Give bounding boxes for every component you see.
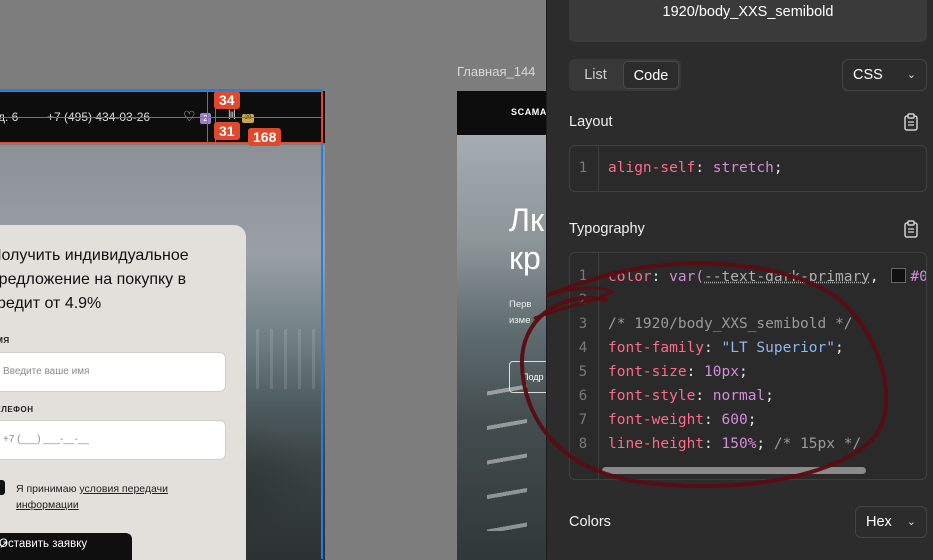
css-comment: /* 1920/body_XXS_semibold */ bbox=[608, 316, 853, 332]
css-property: font-style bbox=[608, 388, 696, 404]
css-property: font-size bbox=[608, 364, 687, 380]
tab-code[interactable]: Code bbox=[623, 61, 679, 89]
css-property: line-height bbox=[608, 436, 705, 452]
artboard-right-label[interactable]: Главная_144 bbox=[457, 64, 535, 79]
color-format-value: Hex bbox=[866, 514, 892, 530]
line-number: 1 bbox=[578, 160, 588, 176]
site-header-bar: SCAMA bbox=[457, 91, 546, 135]
hero-details-button[interactable]: Подр bbox=[509, 361, 546, 393]
css-variable: --text-dark-primary bbox=[704, 269, 870, 285]
measure-tag-top: 34 bbox=[214, 91, 240, 109]
line-number: 2 bbox=[578, 292, 588, 308]
color-format-select[interactable]: Hex ⌄ bbox=[855, 506, 927, 538]
css-separator: , bbox=[869, 269, 888, 285]
layout-section-title: Layout bbox=[569, 114, 613, 130]
hero-text-line: изме bbox=[509, 315, 531, 326]
inspector-panel: 1920/body_XXS_semibold List Code CSS ⌄ L… bbox=[546, 0, 933, 560]
text-style-name[interactable]: 1920/body_XXS_semibold bbox=[569, 0, 927, 42]
line-number: 1 bbox=[578, 268, 588, 284]
chevron-down-icon: ⌄ bbox=[906, 69, 916, 81]
language-select[interactable]: CSS ⌄ bbox=[842, 59, 927, 91]
selection-outline bbox=[0, 89, 323, 559]
copy-layout-icon[interactable] bbox=[903, 113, 919, 131]
css-value: #0 bbox=[910, 269, 927, 285]
language-value: CSS bbox=[853, 67, 883, 83]
layout-code-block[interactable]: 1 align-self: stretch; bbox=[569, 145, 927, 192]
css-function: var( bbox=[669, 269, 705, 285]
typography-section-title: Typography bbox=[569, 221, 645, 237]
hero-heading: Лк кр bbox=[509, 201, 544, 277]
view-mode-toggle: List Code bbox=[569, 59, 681, 91]
line-number: 8 bbox=[578, 436, 588, 452]
copy-typography-icon[interactable] bbox=[903, 220, 919, 238]
typography-code-block[interactable]: 1 2 3 4 5 6 7 8 color: var(--text-dark-p… bbox=[569, 252, 927, 480]
code-line: line-height: 150%; /* 15px */ bbox=[608, 436, 862, 452]
css-property: color bbox=[608, 269, 652, 285]
code-line: color: var(--text-dark-primary, #0 bbox=[608, 268, 927, 285]
line-number: 4 bbox=[578, 340, 588, 356]
chevron-down-icon: ⌄ bbox=[906, 516, 916, 528]
css-value: normal bbox=[712, 388, 766, 404]
code-line: align-self: stretch; bbox=[608, 160, 783, 176]
code-line: font-style: normal; bbox=[608, 388, 774, 404]
hero-text-line: Перв bbox=[509, 299, 532, 310]
site-logo: SCAMA bbox=[511, 107, 546, 117]
code-line: font-weight: 600; bbox=[608, 412, 757, 428]
css-property: font-family bbox=[608, 340, 705, 356]
design-canvas[interactable]: д. 6 +7 (495) 434-03-26 ♡ 2 |ıı| 20 Полу… bbox=[0, 0, 546, 560]
measure-guide-horizontal bbox=[0, 117, 323, 118]
hero-heading-line: Лк bbox=[509, 202, 544, 238]
css-value: 10px bbox=[704, 364, 739, 380]
measure-tag-bottom: 31 bbox=[214, 122, 240, 140]
code-line: font-size: 10px; bbox=[608, 364, 748, 380]
measure-tag-width: 168 bbox=[248, 128, 282, 146]
code-line: /* 1920/body_XXS_semibold */ bbox=[608, 316, 852, 332]
artboard-right[interactable]: SCAMA Лк кр Перв изме Подр bbox=[457, 91, 546, 560]
line-number: 6 bbox=[578, 388, 588, 404]
css-property: font-weight bbox=[608, 412, 705, 428]
css-value: 150% bbox=[721, 436, 757, 452]
css-comment: /* 15px */ bbox=[773, 436, 862, 452]
colors-section-title: Colors bbox=[569, 514, 611, 530]
css-value: 600 bbox=[721, 412, 748, 428]
color-swatch[interactable] bbox=[891, 268, 907, 283]
hero-heading-line: кр bbox=[509, 240, 541, 276]
line-number: 3 bbox=[578, 316, 588, 332]
line-number: 5 bbox=[578, 364, 588, 380]
line-number: 7 bbox=[578, 412, 588, 428]
hero-text: Перв изме bbox=[509, 297, 531, 329]
css-value: stretch bbox=[712, 160, 774, 176]
horizontal-scrollbar[interactable] bbox=[602, 467, 866, 474]
css-value: "LT Superior" bbox=[721, 340, 836, 356]
text-style-label: 1920/body_XXS_semibold bbox=[662, 4, 834, 20]
tab-list[interactable]: List bbox=[573, 61, 618, 89]
code-line: font-family: "LT Superior"; bbox=[608, 340, 844, 356]
css-property: align-self bbox=[608, 160, 696, 176]
